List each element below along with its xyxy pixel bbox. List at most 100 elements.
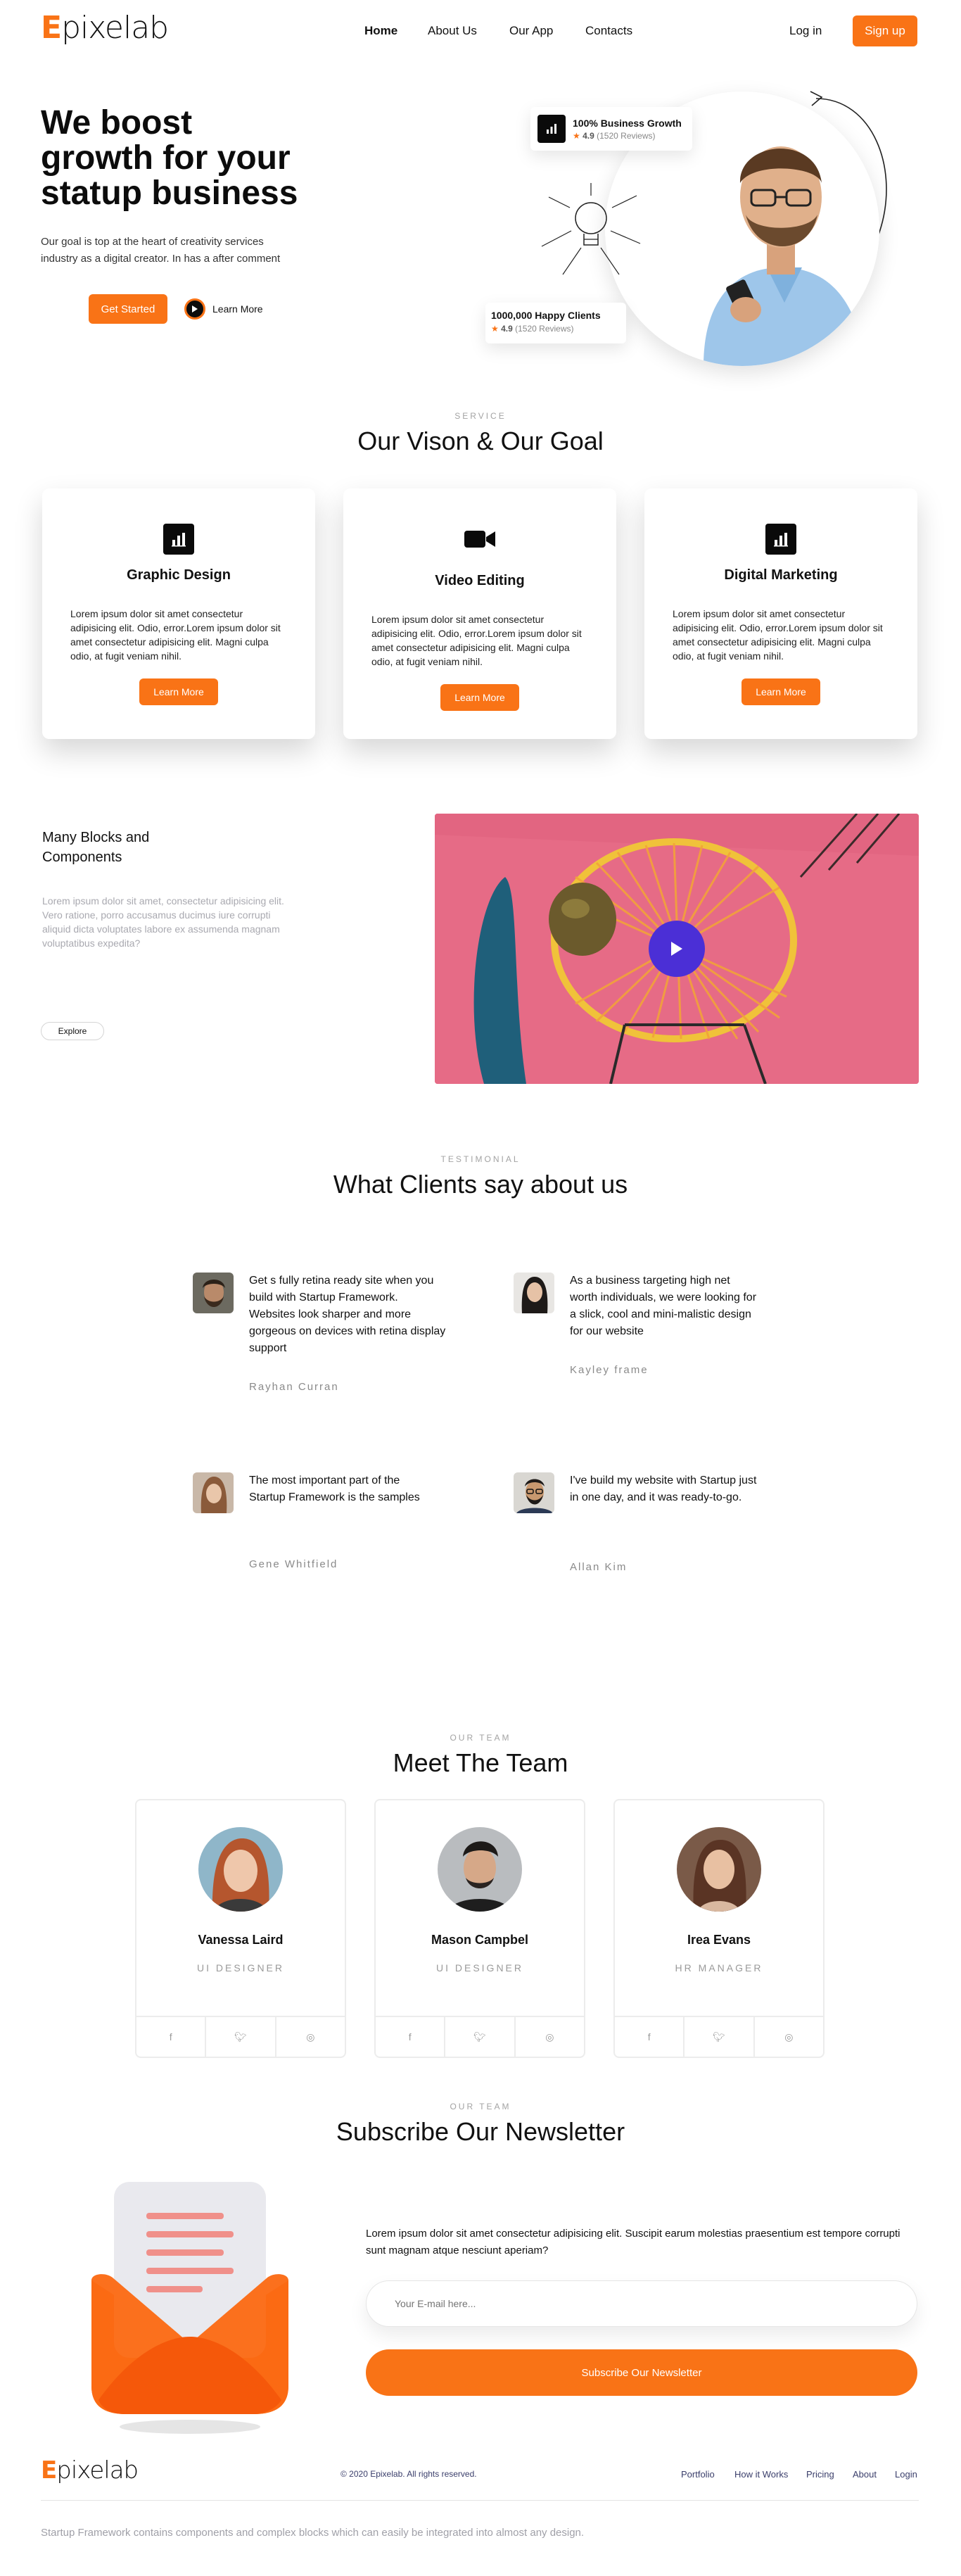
team-member-role: UI DESIGNER <box>196 1962 284 1974</box>
learn-more-button[interactable]: Learn More <box>742 678 820 705</box>
facebook-icon[interactable]: f <box>376 2017 446 2057</box>
testimonial-text: I've build my website with Startup just … <box>570 1475 757 1503</box>
service-card-title: Digital Marketing <box>724 567 838 583</box>
footer-link-portfolio[interactable]: Portfolio <box>681 2469 715 2480</box>
footer-link-login[interactable]: Login <box>895 2469 917 2480</box>
team-card: Irea Evans HR MANAGER f 🐦︎ ◎ <box>613 1799 825 2058</box>
service-title: Our Vison & Our Goal <box>357 427 604 455</box>
avatar <box>514 1472 554 1513</box>
team-photo <box>677 1827 761 1912</box>
star-icon: ★ <box>573 130 580 141</box>
logo[interactable]: Epixelab <box>41 10 169 46</box>
learn-more-button[interactable]: Learn More <box>139 678 218 705</box>
team-member-role: UI DESIGNER <box>435 1962 523 1974</box>
team-member-name: Irea Evans <box>687 1933 751 1947</box>
testimonial-name: Allan Kim <box>570 1561 628 1573</box>
footer-link-how-it-works[interactable]: How it Works <box>734 2469 788 2480</box>
service-card-title: Graphic Design <box>127 567 231 583</box>
logo-mark: E <box>41 10 62 46</box>
clients-rating: 4.9 <box>501 324 513 334</box>
team-member-name: Vanessa Laird <box>198 1933 284 1947</box>
hero-subtitle: Our goal is top at the heart of creativi… <box>41 234 350 267</box>
nav-contacts[interactable]: Contacts <box>585 24 632 38</box>
clients-reviews: (1520 Reviews) <box>515 324 574 334</box>
login-link[interactable]: Log in <box>789 24 822 38</box>
service-card-title: Video Editing <box>435 573 525 588</box>
service-card-digital-marketing: Digital Marketing Lorem ipsum dolor sit … <box>644 488 917 739</box>
envelope-illustration <box>77 2175 303 2442</box>
social-links: f 🐦︎ ◎ <box>136 2016 345 2057</box>
star-icon: ★ <box>491 324 499 334</box>
get-started-button[interactable]: Get Started <box>89 294 167 324</box>
team-card: Mason Campbel UI DESIGNER f 🐦︎ ◎ <box>374 1799 585 2058</box>
explore-button[interactable]: Explore <box>41 1022 104 1040</box>
lightbulb-doodle-icon <box>541 183 641 275</box>
hero-subtitle-line-2: industry as a digital creator. In has a … <box>41 253 281 265</box>
testimonial-text: The most important part of the Startup F… <box>249 1475 420 1503</box>
clients-title: 1000,000 Happy Clients <box>491 310 601 321</box>
signup-button[interactable]: Sign up <box>853 15 917 46</box>
blocks-title: Many Blocks and Components <box>42 828 149 867</box>
twitter-icon[interactable]: 🐦︎ <box>445 2017 516 2057</box>
dribbble-icon[interactable]: ◎ <box>755 2017 823 2057</box>
video-camera-icon <box>464 524 495 555</box>
logo-text: pixelab <box>61 10 169 46</box>
testimonial-name: Gene Whitfield <box>249 1558 338 1570</box>
play-circle-icon <box>184 298 205 320</box>
hero-subtitle-line-1: Our goal is top at the heart of creativi… <box>41 236 264 248</box>
hero-title: We boost growth for your statup business <box>41 106 336 211</box>
testimonial-eyebrow: TESTIMONIAL <box>440 1154 521 1164</box>
blocks-title-line-1: Many Blocks and <box>42 830 150 845</box>
hero-title-line-2: growth for your <box>41 139 291 177</box>
play-icon <box>671 942 682 956</box>
nav-home[interactable]: Home <box>364 24 397 38</box>
team-photo <box>438 1827 522 1912</box>
footer-logo[interactable]: Epixelab <box>41 2456 139 2485</box>
footer-link-pricing[interactable]: Pricing <box>806 2469 834 2480</box>
email-input[interactable] <box>366 2280 917 2327</box>
service-eyebrow: SERVICE <box>454 411 507 421</box>
team-eyebrow: OUR TEAM <box>450 1733 511 1743</box>
team-title: Meet The Team <box>393 1748 568 1777</box>
growth-reviews: (1520 Reviews) <box>597 130 656 141</box>
copyright: © 2020 Epixelab. All rights reserved. <box>341 2469 477 2479</box>
growth-chart-icon <box>537 115 566 143</box>
testimonial-name: Kayley frame <box>570 1364 649 1376</box>
logo-text: pixelab <box>56 2456 139 2485</box>
play-button[interactable] <box>649 921 705 977</box>
learn-more-link[interactable]: Learn More <box>184 298 263 320</box>
subscribe-button[interactable]: Subscribe Our Newsletter <box>366 2349 917 2396</box>
service-card-graphic-design: Graphic Design Lorem ipsum dolor sit ame… <box>42 488 315 739</box>
dribbble-icon[interactable]: ◎ <box>276 2017 345 2057</box>
team-photo <box>198 1827 283 1912</box>
twitter-icon[interactable]: 🐦︎ <box>206 2017 276 2057</box>
facebook-icon[interactable]: f <box>136 2017 207 2057</box>
growth-rating: 4.9 <box>583 130 594 141</box>
nav-our-app[interactable]: Our App <box>509 24 553 38</box>
service-card-text: Lorem ipsum dolor sit amet consectetur a… <box>70 608 281 662</box>
video-thumbnail[interactable] <box>435 814 919 1084</box>
facebook-icon[interactable]: f <box>615 2017 685 2057</box>
hero-illustration: 100% Business Growth ★ 4.9 (1520 Reviews… <box>485 77 922 387</box>
avatar <box>193 1273 234 1313</box>
footer-divider <box>41 2500 919 2501</box>
footer-bottom-text: Startup Framework contains components an… <box>41 2527 585 2539</box>
blocks-text: Lorem ipsum dolor sit amet, consectetur … <box>42 895 284 949</box>
avatar <box>193 1472 234 1513</box>
social-links: f 🐦︎ ◎ <box>376 2016 584 2057</box>
newsletter-eyebrow: OUR TEAM <box>450 2102 511 2111</box>
avatar <box>514 1273 554 1313</box>
badge-business-growth: 100% Business Growth ★ 4.9 (1520 Reviews… <box>530 107 692 151</box>
nav-about-us[interactable]: About Us <box>428 24 477 38</box>
bar-chart-icon <box>765 524 796 555</box>
team-card: Vanessa Laird UI DESIGNER f 🐦︎ ◎ <box>135 1799 346 2058</box>
twitter-icon[interactable]: 🐦︎ <box>685 2017 755 2057</box>
learn-more-button[interactable]: Learn More <box>440 684 519 711</box>
growth-title: 100% Business Growth <box>573 117 682 129</box>
dribbble-icon[interactable]: ◎ <box>516 2017 584 2057</box>
hero-title-line-1: We boost <box>41 104 193 141</box>
service-card-text: Lorem ipsum dolor sit amet consectetur a… <box>371 614 582 667</box>
badge-happy-clients: 1000,000 Happy Clients ★ 4.9 (1520 Revie… <box>485 303 626 343</box>
footer-link-about[interactable]: About <box>853 2469 877 2480</box>
testimonial-name: Rayhan Curran <box>249 1381 339 1393</box>
